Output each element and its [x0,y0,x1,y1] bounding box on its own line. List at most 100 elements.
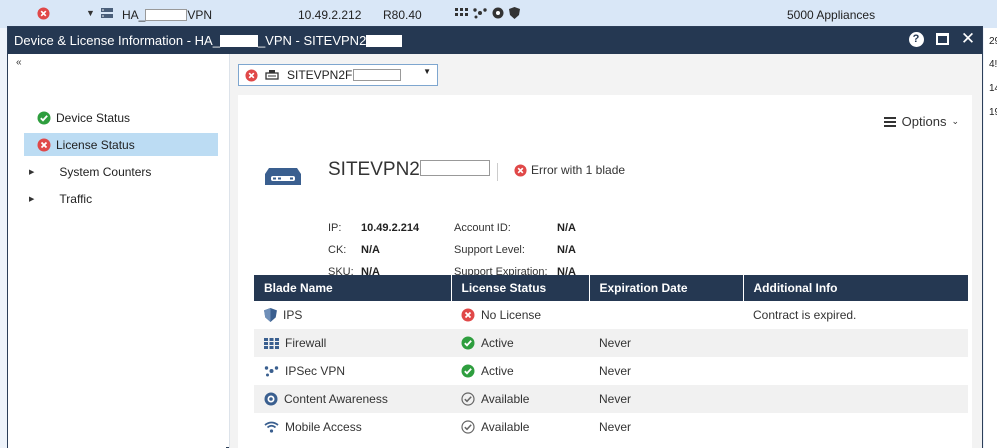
options-menu-button[interactable]: Options ⌄ [883,114,959,129]
expiration-date: Never [589,329,743,357]
error-icon [514,163,527,177]
available-icon [461,420,475,434]
gateway-appliance-icon [265,168,301,185]
firewall-icon [455,8,468,16]
error-icon [37,7,50,23]
shield-icon [264,308,277,322]
background-blade-icons [455,7,520,19]
error-icon [245,68,258,82]
content-awareness-icon [264,392,278,406]
dialog-titlebar[interactable]: Device & License Information - HA_ _VPN -… [8,27,982,54]
dialog-title: Device & License Information - HA_ _VPN -… [14,33,403,48]
license-status: No License [481,308,542,322]
firewall-icon [264,337,279,349]
expand-caret-icon[interactable]: ▶ [29,168,34,176]
background-device-ip: 10.49.2.212 [298,8,362,22]
maximize-button[interactable] [934,31,950,47]
column-header[interactable]: Additional Info [743,275,968,301]
redacted-text [145,9,188,21]
maximize-icon [935,33,949,45]
device-select-value: SITEVPN2F [287,68,353,82]
dropdown-arrow-icon[interactable]: ▼ [423,67,431,76]
sidebar-item-traffic[interactable]: ▶ Traffic [24,187,218,210]
help-button[interactable]: ? [908,31,924,47]
table-row[interactable]: IPS No License Contract is expired. [254,301,968,329]
blade-name: Firewall [285,336,327,350]
redacted-text [366,35,403,47]
divider [497,163,498,181]
table-row[interactable]: Mobile Access Available Never [254,413,968,441]
expiration-date: Never [599,364,632,378]
background-device-type: 5000 Appliances [787,8,876,22]
error-icon [461,308,475,322]
hamburger-icon [883,116,896,127]
sidebar-item-label: License Status [56,137,135,152]
additional-info [743,413,968,441]
table-header-row: Blade Name License Status Expiration Dat… [254,275,968,301]
ip-label: IP: [328,222,342,234]
check-icon [37,111,51,124]
main-content: SITEVPN2F ▼ Options ⌄ SITEVPN2 Error wit [230,54,982,448]
table-row[interactable]: Content Awareness Available Never [254,385,968,413]
sidebar-item-label: System Counters [59,164,152,179]
expiration-date: Never [599,420,632,434]
device-status-text: Error with 1 blade [531,163,626,177]
table-row[interactable]: IPSec VPN Active Never [254,357,968,385]
background-device-version: R80.40 [383,8,422,22]
additional-info [743,329,968,357]
sidebar: « Device Status License Status ▶ System … [8,54,226,448]
close-button[interactable]: ✕ [960,29,976,48]
column-header[interactable]: Blade Name [254,275,452,301]
chevron-down-icon: ⌄ [951,116,959,126]
error-icon [37,138,51,151]
additional-info [743,385,968,413]
sidebar-item-device-status[interactable]: Device Status [24,106,218,129]
sidebar-item-license-status[interactable]: License Status [24,133,218,156]
check-icon [461,364,475,378]
check-icon [461,336,475,350]
device-select[interactable]: SITEVPN2F ▼ [238,64,438,86]
account-id-label: Account ID: [454,222,511,234]
sidebar-item-label: Device Status [56,110,131,125]
support-level-label: Support Level: [454,244,525,256]
ck-value: N/A [361,244,380,256]
license-panel: Options ⌄ SITEVPN2 Error with 1 blade IP… [238,95,972,448]
license-status: Active [481,336,514,350]
account-id-value: N/A [557,222,576,234]
license-status: Available [481,392,530,406]
sidebar-item-system-counters[interactable]: ▶ System Counters [24,160,218,183]
close-icon: ✕ [960,29,976,48]
table-row[interactable]: Firewall Active Never [254,329,968,357]
options-label: Options [901,114,947,129]
device-status-badge: Error with 1 blade [514,163,625,177]
collapse-sidebar-icon[interactable]: « [16,57,21,68]
app-control-icon [492,7,504,19]
wifi-icon [264,421,279,433]
background-device-name: HA_ VPN [122,8,213,22]
license-status: Available [481,420,530,434]
column-header[interactable]: Expiration Date [589,275,744,301]
license-status: Active [481,364,514,378]
ck-label: CK: [328,244,347,256]
blade-name: IPS [283,308,303,322]
expiration-date [589,301,743,329]
support-level-value: N/A [557,244,576,256]
background-device-row[interactable]: ▼ HA_ VPN 10.49.2.212 R80.40 5000 Applian… [0,0,997,28]
additional-info [743,357,968,385]
redacted-text [419,160,490,176]
expand-caret-icon[interactable]: ▶ [29,195,34,203]
gateway-icon [265,69,279,80]
vpn-icon [473,8,487,19]
expiration-date: Never [589,385,743,413]
blade-name: IPSec VPN [285,364,346,378]
device-name: SITEVPN2 [328,159,490,181]
expand-caret-icon[interactable]: ▼ [86,8,95,18]
blades-table: Blade Name License Status Expiration Dat… [254,275,968,441]
column-header[interactable]: License Status [451,275,590,301]
available-icon [461,392,475,406]
vpn-icon [264,365,279,377]
additional-info: Contract is expired. [753,308,857,322]
blade-name: Content Awareness [284,392,388,406]
blade-name: Mobile Access [285,420,362,434]
device-license-dialog: Device & License Information - HA_ _VPN -… [7,26,983,448]
